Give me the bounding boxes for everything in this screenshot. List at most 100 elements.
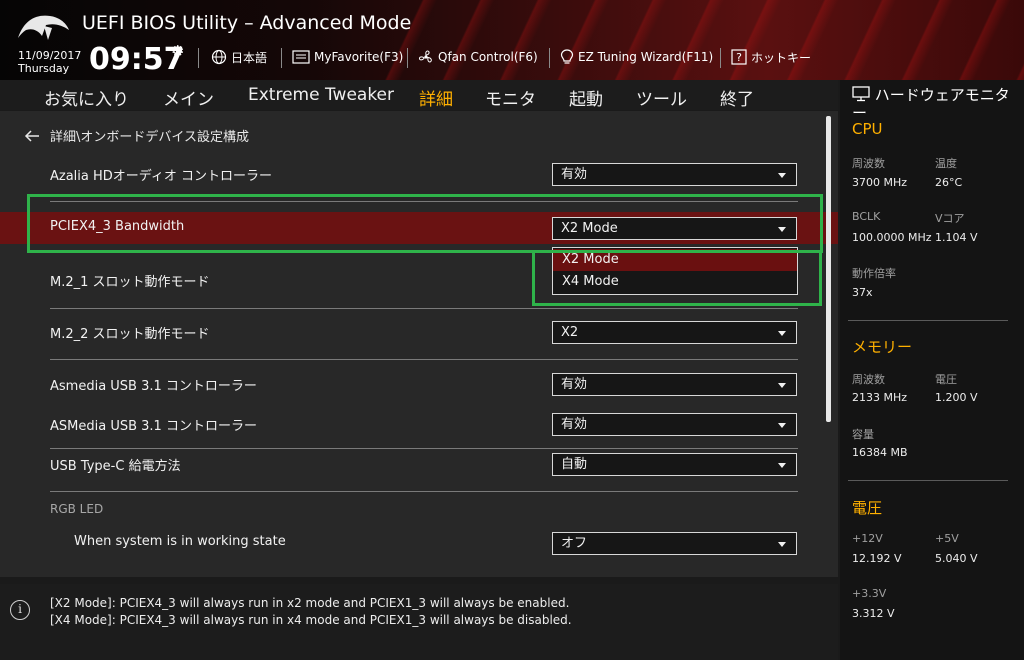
help-text-line: [X4 Mode]: PCIEX4_3 will always run in x… xyxy=(50,613,572,627)
dropdown-azalia[interactable]: 有効 xyxy=(552,163,797,186)
back-arrow-icon[interactable] xyxy=(24,129,40,142)
row-divider xyxy=(50,448,798,449)
caret-down-icon xyxy=(778,227,786,232)
dropdown-value: オフ xyxy=(561,536,588,551)
tab-advanced[interactable]: 詳細 xyxy=(419,85,453,113)
toolbar-divider xyxy=(198,48,199,68)
main-menu-bar: お気に入り メイン Extreme Tweaker 詳細 モニタ 起動 ツール … xyxy=(0,80,838,113)
hotkey-label: ホットキー xyxy=(751,50,812,65)
cpu-temperature-value: 26°C xyxy=(935,176,963,189)
title-bar: UEFI BIOS Utility – Advanced Mode 11/09/… xyxy=(0,0,1024,80)
dropdown-usb-typec-power[interactable]: 自動 xyxy=(552,453,797,476)
date-text: 11/09/2017 xyxy=(18,49,82,62)
setting-label-asmedia-usb31-b: ASMedia USB 3.1 コントローラー xyxy=(50,419,257,434)
breadcrumb-path: 詳細\オンボードデバイス設定構成 xyxy=(50,130,249,145)
memory-heading: メモリー xyxy=(852,338,913,356)
voltage-5v-label: +5V xyxy=(935,532,959,545)
dropdown-value: X2 Mode xyxy=(561,221,618,236)
toolbar-divider xyxy=(549,48,550,68)
tab-boot[interactable]: 起動 xyxy=(569,85,603,110)
row-divider xyxy=(50,201,798,202)
monitor-divider xyxy=(848,320,1008,321)
setting-label-rgb-working-state: When system is in working state xyxy=(74,534,286,549)
myfavorite-button[interactable]: MyFavorite(F3) xyxy=(292,48,403,66)
setting-label-azalia: Azalia HDオーディオ コントローラー xyxy=(50,169,273,184)
toolbar-divider xyxy=(720,48,721,68)
caret-down-icon xyxy=(778,173,786,178)
language-button[interactable]: 日本語 xyxy=(211,48,267,66)
setting-label-m2-1-mode: M.2_1 スロット動作モード xyxy=(50,275,210,290)
row-divider xyxy=(50,308,798,309)
scrollbar[interactable] xyxy=(826,116,831,422)
date-display: 11/09/2017 Thursday xyxy=(18,49,81,75)
toolbar-divider xyxy=(281,48,282,68)
section-heading-rgb-led: RGB LED xyxy=(50,502,104,516)
voltage-3v3-label: +3.3V xyxy=(852,587,887,600)
rog-logo-icon xyxy=(18,15,69,40)
dropdown-value: 有効 xyxy=(561,417,588,432)
voltage-heading: 電圧 xyxy=(852,499,883,517)
dropdown-pciex4-3-bandwidth[interactable]: X2 Mode xyxy=(552,217,797,240)
monitor-divider xyxy=(848,480,1008,481)
app-title: UEFI BIOS Utility – Advanced Mode xyxy=(82,12,412,34)
header-decoration xyxy=(380,0,1024,80)
dropdown-value: 自動 xyxy=(561,457,588,472)
cpu-vcore-label: Vコア xyxy=(935,212,965,225)
caret-down-icon xyxy=(778,331,786,336)
qfan-control-button[interactable]: Qfan Control(F6) xyxy=(418,48,538,66)
qfan-control-label: Qfan Control(F6) xyxy=(438,50,538,64)
globe-icon xyxy=(211,49,227,65)
language-label: 日本語 xyxy=(231,50,268,65)
row-divider xyxy=(50,491,798,492)
caret-down-icon xyxy=(778,383,786,388)
favorite-list-icon xyxy=(292,50,310,64)
myfavorite-label: MyFavorite(F3) xyxy=(314,50,404,64)
cpu-heading: CPU xyxy=(852,120,883,138)
memory-voltage-value: 1.200 V xyxy=(935,391,978,404)
dropdown-option-x4-mode[interactable]: X4 Mode xyxy=(553,271,797,293)
setting-label-pciex4-3-bandwidth: PCIEX4_3 Bandwidth xyxy=(50,219,185,234)
breadcrumb[interactable]: 詳細\オンボードデバイス設定構成 xyxy=(24,126,249,145)
clock-settings-icon[interactable]: ⚙ xyxy=(171,42,184,60)
help-description-bar: i [X2 Mode]: PCIEX4_3 will always run in… xyxy=(0,584,838,660)
toolbar-divider xyxy=(407,48,408,68)
setting-label-usb-typec-power: USB Type-C 給電方法 xyxy=(50,459,181,474)
row-divider xyxy=(50,359,798,360)
settings-panel: 詳細\オンボードデバイス設定構成 Azalia HDオーディオ コントローラー … xyxy=(0,111,838,577)
cpu-frequency-label: 周波数 xyxy=(852,157,885,170)
dropdown-rgb-working-state[interactable]: オフ xyxy=(552,532,797,555)
monitor-screen-icon xyxy=(852,86,870,102)
hardware-monitor-panel: ハードウェアモニター CPU 周波数 温度 3700 MHz 26°C BCLK… xyxy=(840,80,1024,660)
tab-exit[interactable]: 終了 xyxy=(720,85,754,110)
ez-tuning-wizard-label: EZ Tuning Wizard(F11) xyxy=(578,50,714,64)
tab-monitor[interactable]: モニタ xyxy=(485,85,536,110)
hotkey-button[interactable]: ? ホットキー xyxy=(731,48,811,66)
dropdown-value: X2 xyxy=(561,325,579,340)
hotkey-icon: ? xyxy=(731,49,747,65)
tab-favorites[interactable]: お気に入り xyxy=(44,85,129,110)
dropdown-asmedia-usb31-a[interactable]: 有効 xyxy=(552,373,797,396)
day-text: Thursday xyxy=(18,62,70,75)
memory-frequency-label: 周波数 xyxy=(852,373,885,386)
fan-icon xyxy=(418,50,432,63)
dropdown-m2-2-mode[interactable]: X2 xyxy=(552,321,797,344)
cpu-temperature-label: 温度 xyxy=(935,157,957,170)
caret-down-icon xyxy=(778,463,786,468)
memory-capacity-value: 16384 MB xyxy=(852,446,908,459)
memory-voltage-label: 電圧 xyxy=(935,373,957,386)
hardware-monitor-title-text: ハードウェアモニター xyxy=(852,86,1010,122)
cpu-bclk-label: BCLK xyxy=(852,210,881,223)
info-icon: i xyxy=(10,600,30,620)
dropdown-option-x2-mode[interactable]: X2 Mode xyxy=(553,249,797,271)
ez-tuning-wizard-button[interactable]: EZ Tuning Wizard(F11) xyxy=(560,48,713,66)
tab-extreme-tweaker[interactable]: Extreme Tweaker xyxy=(248,85,394,105)
memory-capacity-label: 容量 xyxy=(852,428,874,441)
dropdown-value: 有効 xyxy=(561,167,588,182)
tab-main[interactable]: メイン xyxy=(163,85,214,110)
help-text-line: [X2 Mode]: PCIEX4_3 will always run in x… xyxy=(50,596,570,610)
cpu-vcore-value: 1.104 V xyxy=(935,231,978,244)
tab-tool[interactable]: ツール xyxy=(636,85,687,110)
memory-frequency-value: 2133 MHz xyxy=(852,391,908,404)
dropdown-asmedia-usb31-b[interactable]: 有効 xyxy=(552,413,797,436)
cpu-frequency-value: 3700 MHz xyxy=(852,176,908,189)
